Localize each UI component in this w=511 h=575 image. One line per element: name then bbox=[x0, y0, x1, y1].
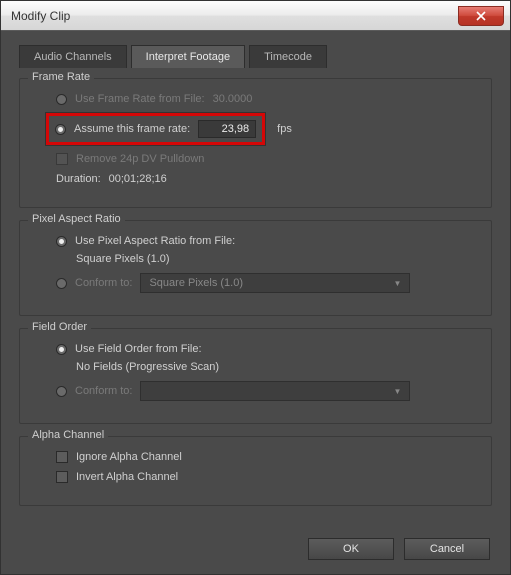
dialog-footer: OK Cancel bbox=[1, 532, 510, 574]
fo-value: No Fields (Progressive Scan) bbox=[76, 361, 219, 373]
titlebar: Modify Clip bbox=[1, 1, 510, 31]
pixel-aspect-group: Pixel Aspect Ratio Use Pixel Aspect Rati… bbox=[19, 220, 492, 316]
fo-value-row: No Fields (Progressive Scan) bbox=[34, 361, 477, 373]
assume-frame-rate-input[interactable] bbox=[198, 120, 256, 138]
frame-rate-group: Frame Rate Use Frame Rate from File: 30.… bbox=[19, 78, 492, 208]
ignore-alpha-row: Ignore Alpha Channel bbox=[34, 451, 477, 463]
fo-conform-select[interactable]: ▼ bbox=[140, 381, 410, 401]
field-order-group: Field Order Use Field Order from File: N… bbox=[19, 328, 492, 424]
invert-alpha-label: Invert Alpha Channel bbox=[76, 471, 178, 483]
use-frame-rate-label: Use Frame Rate from File: bbox=[75, 93, 205, 105]
tab-interpret-footage[interactable]: Interpret Footage bbox=[131, 45, 245, 68]
fps-label: fps bbox=[277, 123, 292, 135]
field-order-title: Field Order bbox=[28, 321, 91, 333]
assume-frame-rate-highlight: Assume this frame rate: bbox=[46, 113, 265, 145]
par-conform-row: Conform to: Square Pixels (1.0) ▼ bbox=[34, 273, 477, 293]
use-frame-rate-radio[interactable] bbox=[56, 94, 67, 105]
fo-use-row: Use Field Order from File: bbox=[34, 343, 477, 355]
dialog-body: Audio Channels Interpret Footage Timecod… bbox=[1, 31, 510, 532]
modify-clip-dialog: Modify Clip Audio Channels Interpret Foo… bbox=[0, 0, 511, 575]
par-use-radio[interactable] bbox=[56, 236, 67, 247]
cancel-button[interactable]: Cancel bbox=[404, 538, 490, 560]
invert-alpha-checkbox[interactable] bbox=[56, 471, 68, 483]
par-value-row: Square Pixels (1.0) bbox=[34, 253, 477, 265]
use-frame-rate-row: Use Frame Rate from File: 30.0000 bbox=[34, 93, 477, 105]
par-conform-value: Square Pixels (1.0) bbox=[149, 277, 243, 289]
par-conform-radio[interactable] bbox=[56, 278, 67, 289]
assume-frame-rate-row: Assume this frame rate: fps bbox=[34, 113, 477, 145]
use-frame-rate-value: 30.0000 bbox=[213, 93, 253, 105]
remove-pulldown-checkbox[interactable] bbox=[56, 153, 68, 165]
ignore-alpha-label: Ignore Alpha Channel bbox=[76, 451, 182, 463]
tab-timecode[interactable]: Timecode bbox=[249, 45, 327, 68]
alpha-channel-group: Alpha Channel Ignore Alpha Channel Inver… bbox=[19, 436, 492, 506]
ok-button[interactable]: OK bbox=[308, 538, 394, 560]
duration-label: Duration: bbox=[56, 173, 101, 185]
invert-alpha-row: Invert Alpha Channel bbox=[34, 471, 477, 483]
fo-conform-radio[interactable] bbox=[56, 386, 67, 397]
window-title: Modify Clip bbox=[11, 9, 70, 23]
par-conform-select[interactable]: Square Pixels (1.0) ▼ bbox=[140, 273, 410, 293]
chevron-down-icon: ▼ bbox=[394, 279, 402, 288]
assume-frame-rate-label: Assume this frame rate: bbox=[74, 123, 190, 135]
par-value: Square Pixels (1.0) bbox=[76, 253, 170, 265]
alpha-channel-title: Alpha Channel bbox=[28, 429, 108, 441]
tab-audio-channels[interactable]: Audio Channels bbox=[19, 45, 127, 68]
fo-use-radio[interactable] bbox=[56, 344, 67, 355]
close-icon bbox=[476, 11, 486, 21]
fo-conform-label: Conform to: bbox=[75, 385, 132, 397]
assume-frame-rate-radio[interactable] bbox=[55, 124, 66, 135]
fo-use-label: Use Field Order from File: bbox=[75, 343, 202, 355]
par-use-row: Use Pixel Aspect Ratio from File: bbox=[34, 235, 477, 247]
chevron-down-icon: ▼ bbox=[394, 387, 402, 396]
remove-pulldown-row: Remove 24p DV Pulldown bbox=[34, 153, 477, 165]
par-use-label: Use Pixel Aspect Ratio from File: bbox=[75, 235, 235, 247]
remove-pulldown-label: Remove 24p DV Pulldown bbox=[76, 153, 204, 165]
close-button[interactable] bbox=[458, 6, 504, 26]
frame-rate-title: Frame Rate bbox=[28, 71, 94, 83]
duration-row: Duration: 00;01;28;16 bbox=[34, 173, 477, 185]
duration-value: 00;01;28;16 bbox=[109, 173, 167, 185]
tab-bar: Audio Channels Interpret Footage Timecod… bbox=[19, 45, 492, 68]
par-conform-label: Conform to: bbox=[75, 277, 132, 289]
ignore-alpha-checkbox[interactable] bbox=[56, 451, 68, 463]
pixel-aspect-title: Pixel Aspect Ratio bbox=[28, 213, 125, 225]
fo-conform-row: Conform to: ▼ bbox=[34, 381, 477, 401]
